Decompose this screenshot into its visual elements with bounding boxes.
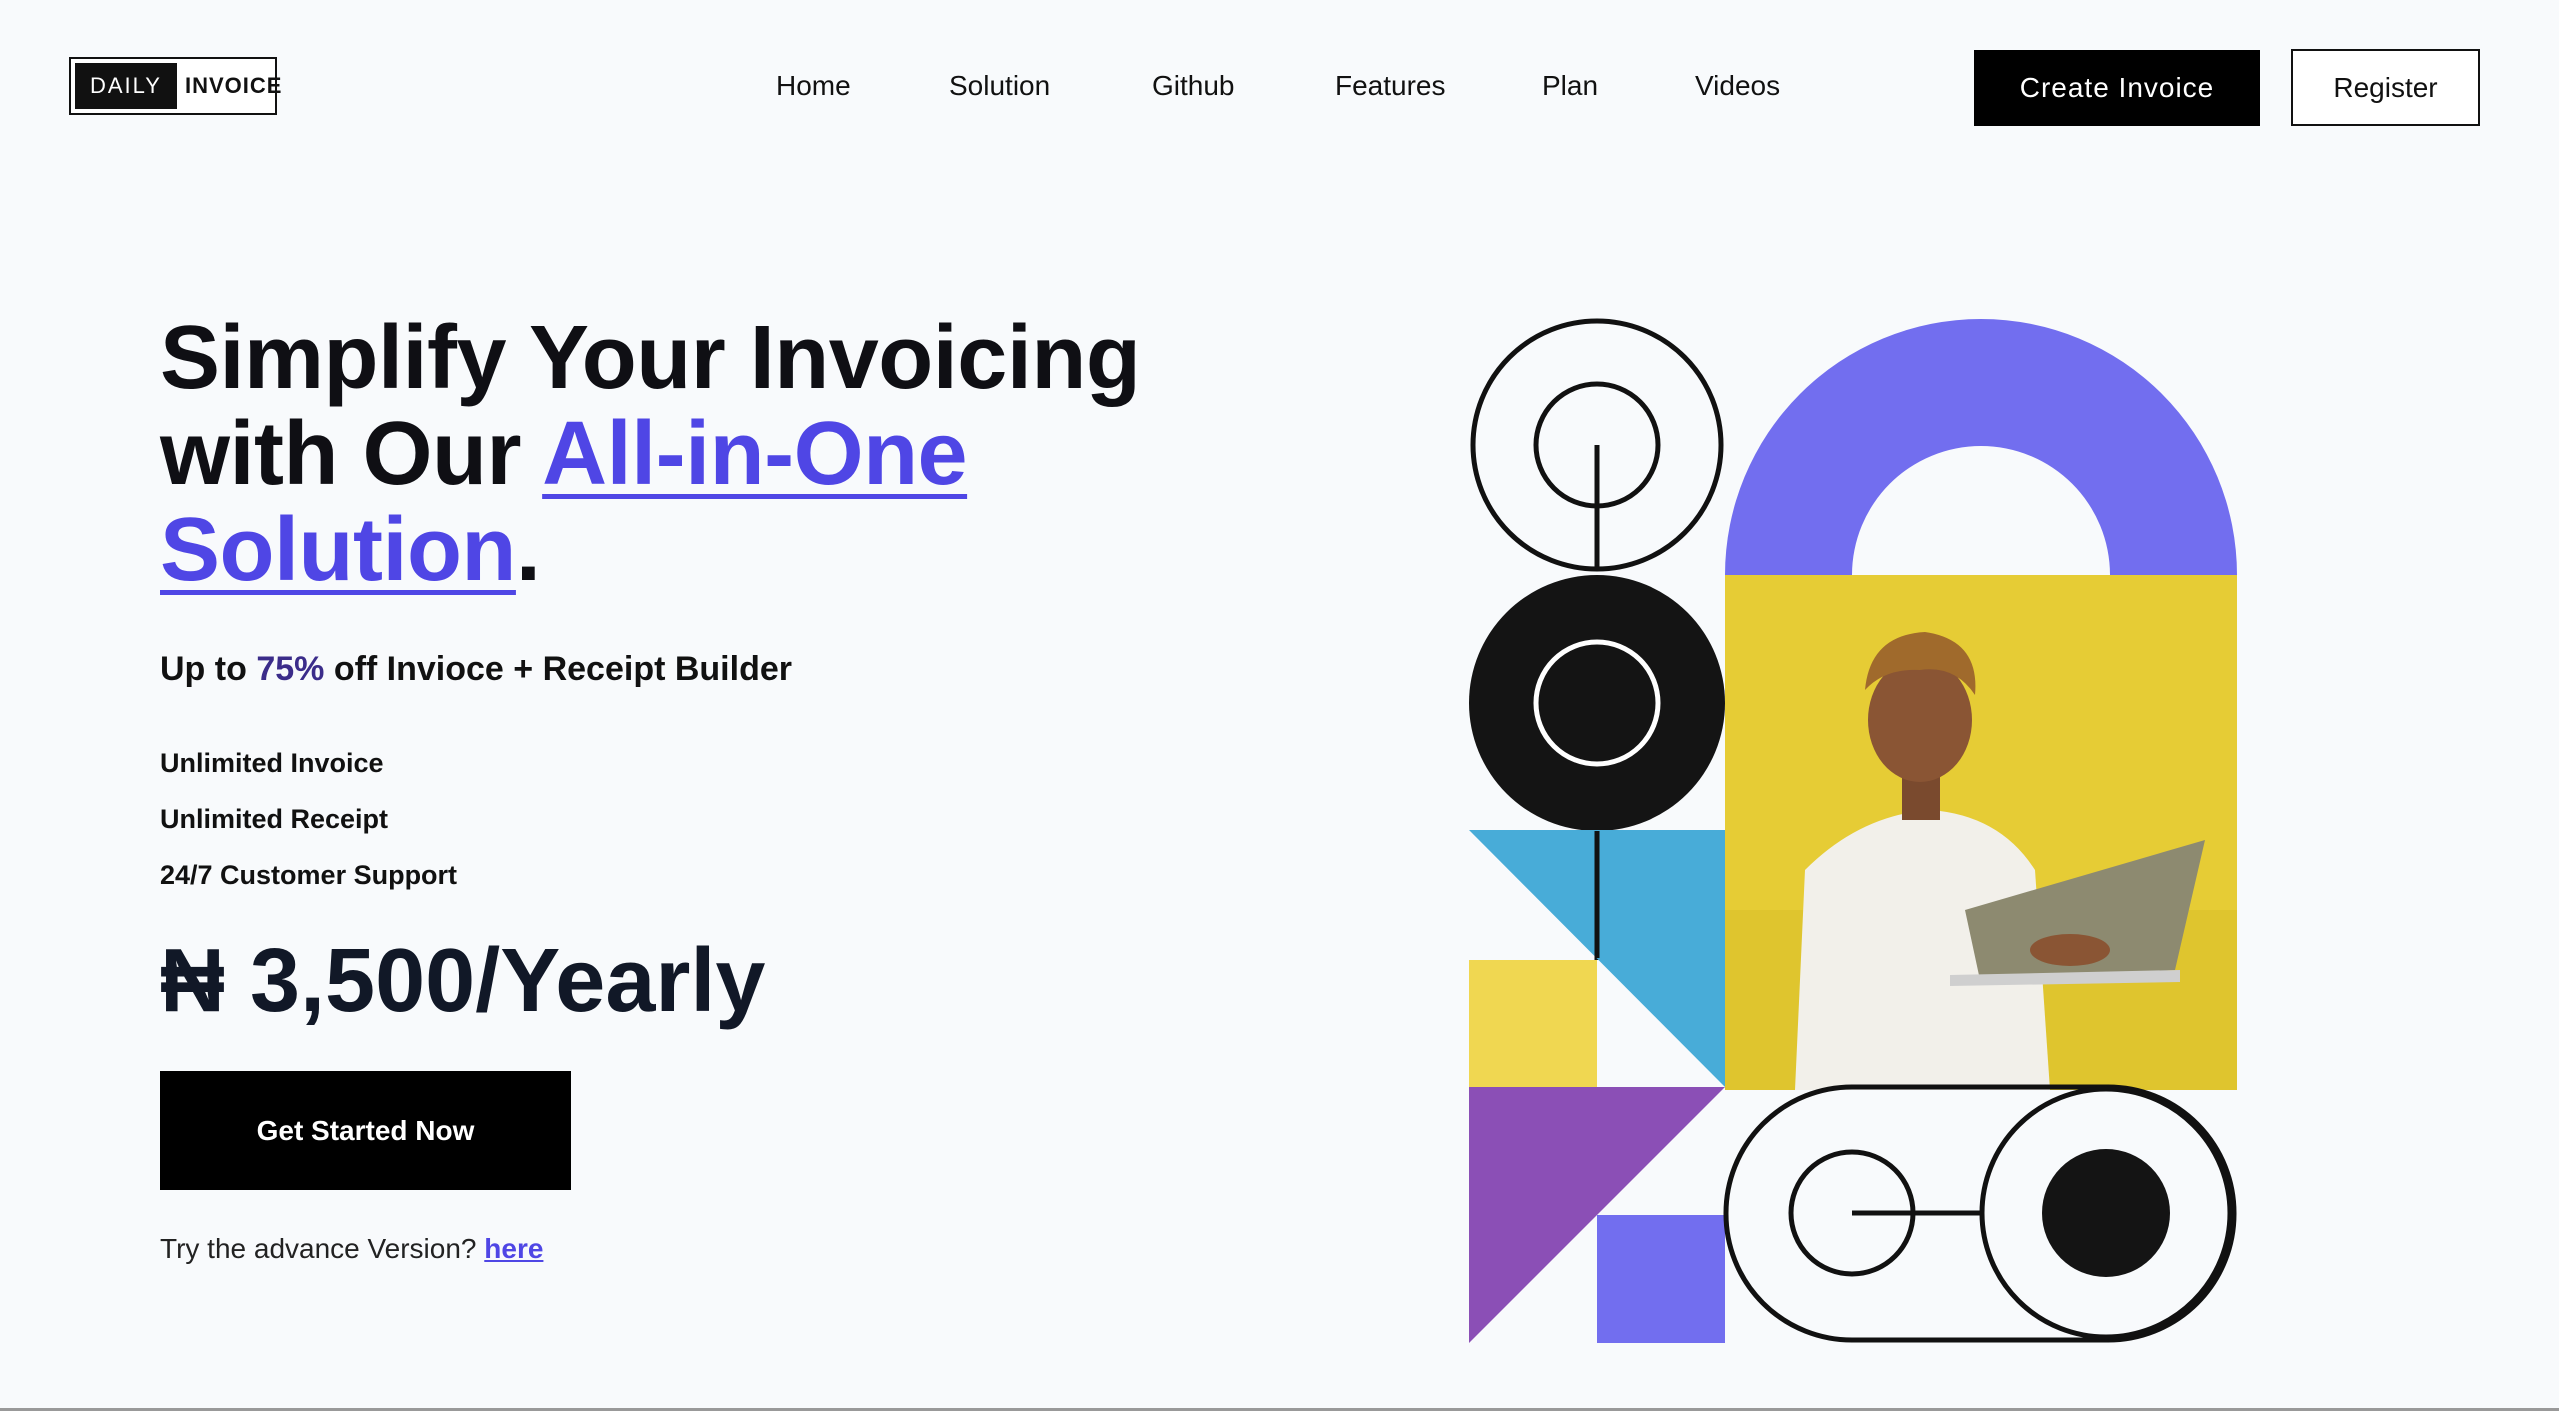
discount-suffix: off Invioce + Receipt Builder [324,650,792,688]
price-label: ₦ 3,500/Yearly [160,931,766,1031]
nav-item-features[interactable]: Features [1335,70,1446,102]
nav-item-home[interactable]: Home [776,70,851,102]
register-button[interactable]: Register [2291,49,2480,126]
pill-shape [1723,1084,2237,1343]
nav-item-solution[interactable]: Solution [949,70,1050,102]
feature-item: Unlimited Receipt [160,804,389,834]
nav-item-plan[interactable]: Plan [1542,70,1598,102]
nav-item-videos[interactable]: Videos [1695,70,1780,102]
advance-prefix: Try the advance Version? [160,1233,485,1264]
get-started-button[interactable]: Get Started Now [160,1071,571,1190]
photo-arch [1725,575,2237,1090]
discount-prefix: Up to [160,650,257,688]
yellow-square-shape [1469,960,1597,1087]
hero-illustration [1469,318,2237,1343]
feature-item: Unlimited Invoice [160,748,384,778]
purple-square-shape [1597,1215,1725,1343]
feature-list: Unlimited Invoice Unlimited Receipt 24/7… [160,745,457,913]
discount-line: Up to 75% off Invioce + Receipt Builder [160,650,792,689]
nav-item-github[interactable]: Github [1152,70,1235,102]
create-invoice-button[interactable]: Create Invoice [1974,50,2260,126]
discount-percent: 75% [256,650,325,688]
advance-here-link[interactable]: here [484,1233,543,1264]
outlined-circle-shape [1470,318,1724,572]
purple-arch-shape [1725,319,2237,575]
hero-title: Simplify Your Invoicing with Our All-in-… [160,310,1310,598]
hero-title-period: . [515,500,541,600]
advance-version-text: Try the advance Version? here [160,1233,543,1265]
feature-item: 24/7 Customer Support [160,860,458,890]
